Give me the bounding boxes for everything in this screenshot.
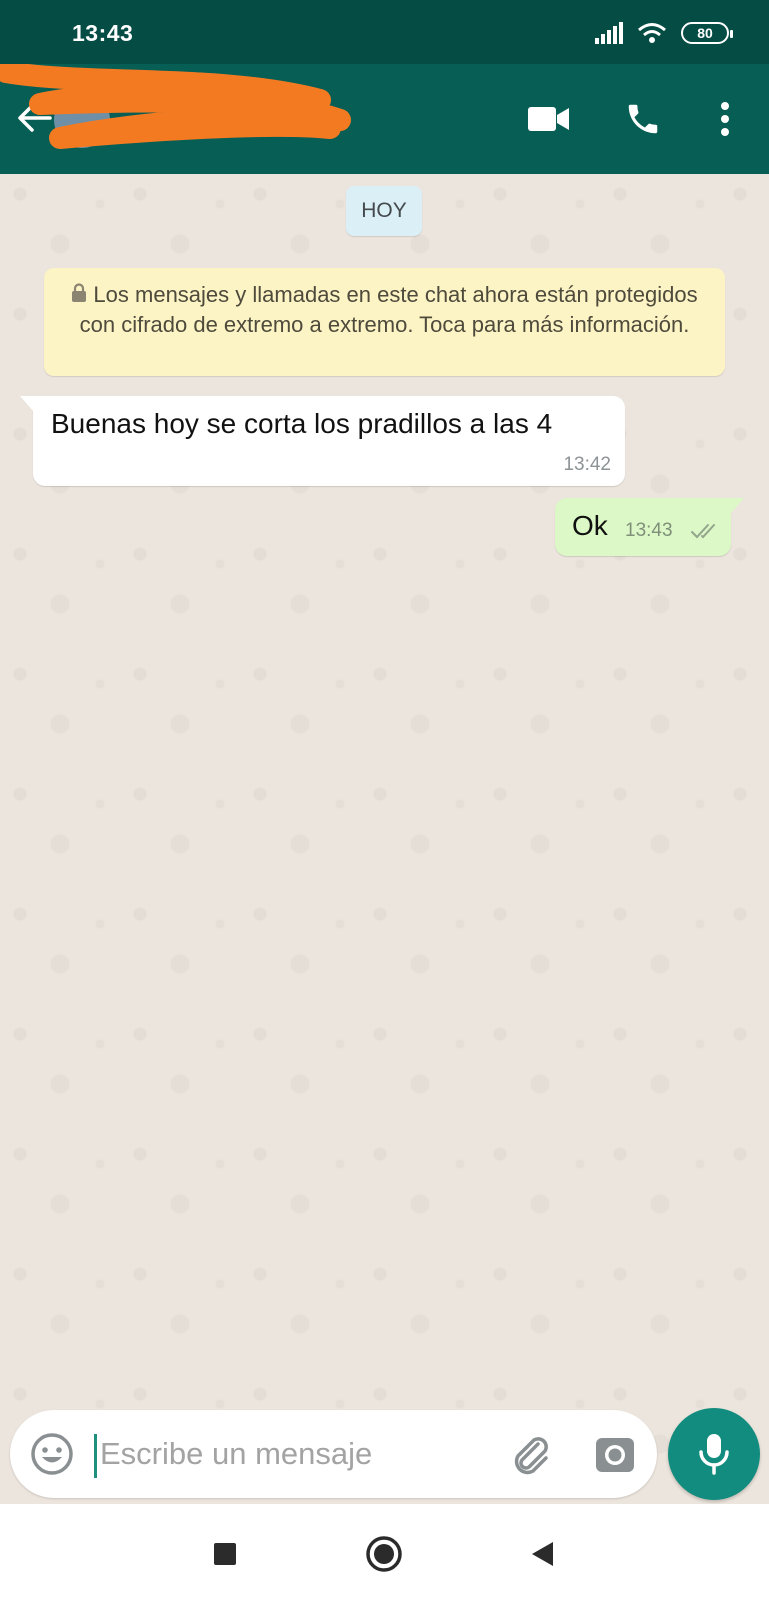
status-bar: 13:43 80 xyxy=(0,0,769,64)
message-text: Buenas hoy se corta los pradillos a las … xyxy=(51,408,553,439)
date-chip: HOY xyxy=(346,186,422,236)
text-cursor xyxy=(94,1434,97,1478)
video-call-button[interactable] xyxy=(524,94,574,144)
more-vertical-icon xyxy=(721,102,729,136)
battery-level: 80 xyxy=(697,25,713,41)
wifi-icon xyxy=(638,23,666,43)
message-text: Ok xyxy=(572,510,608,541)
app-bar xyxy=(0,64,769,174)
signal-icon xyxy=(595,22,623,44)
message-composer xyxy=(10,1410,657,1498)
system-back-button[interactable] xyxy=(520,1532,564,1576)
recents-square-icon xyxy=(214,1543,236,1565)
voice-message-button[interactable] xyxy=(668,1408,760,1500)
recents-button[interactable] xyxy=(203,1532,247,1576)
message-time: 13:42 xyxy=(563,454,611,475)
home-button[interactable] xyxy=(362,1532,406,1576)
video-call-icon xyxy=(528,107,569,131)
message-incoming[interactable]: Buenas hoy se corta los pradillos a las … xyxy=(20,396,625,486)
camera-button[interactable] xyxy=(592,1432,638,1478)
double-check-icon xyxy=(691,524,715,539)
message-input[interactable] xyxy=(100,1430,480,1478)
system-nav-bar xyxy=(0,1504,769,1600)
home-circle-icon xyxy=(366,1536,402,1572)
emoji-icon xyxy=(31,1433,73,1475)
voice-call-button[interactable] xyxy=(618,94,668,144)
contact-avatar[interactable] xyxy=(54,92,110,148)
back-triangle-icon xyxy=(532,1542,553,1566)
more-options-button[interactable] xyxy=(700,94,750,144)
emoji-button[interactable] xyxy=(30,1432,74,1476)
chat-area[interactable]: HOY Los mensajes y llamadas en este chat… xyxy=(0,174,769,1504)
phone-icon xyxy=(628,104,658,134)
battery-icon: 80 xyxy=(681,22,733,44)
status-icons: 80 xyxy=(595,20,733,46)
encryption-notice[interactable]: Los mensajes y llamadas en este chat aho… xyxy=(44,268,725,376)
lock-icon xyxy=(72,283,87,302)
message-outgoing[interactable]: Ok 13:43 xyxy=(555,498,744,556)
encryption-notice-text: Los mensajes y llamadas en este chat aho… xyxy=(79,282,698,337)
back-button[interactable] xyxy=(14,98,54,138)
bubble-tail xyxy=(20,396,34,412)
microphone-icon xyxy=(699,1434,729,1475)
back-arrow-icon xyxy=(18,104,52,132)
paperclip-icon xyxy=(514,1437,548,1475)
bubble-tail xyxy=(730,498,744,514)
status-time: 13:43 xyxy=(72,20,134,46)
attach-button[interactable] xyxy=(508,1432,554,1478)
camera-icon xyxy=(596,1438,634,1472)
message-time: 13:43 xyxy=(625,520,673,541)
